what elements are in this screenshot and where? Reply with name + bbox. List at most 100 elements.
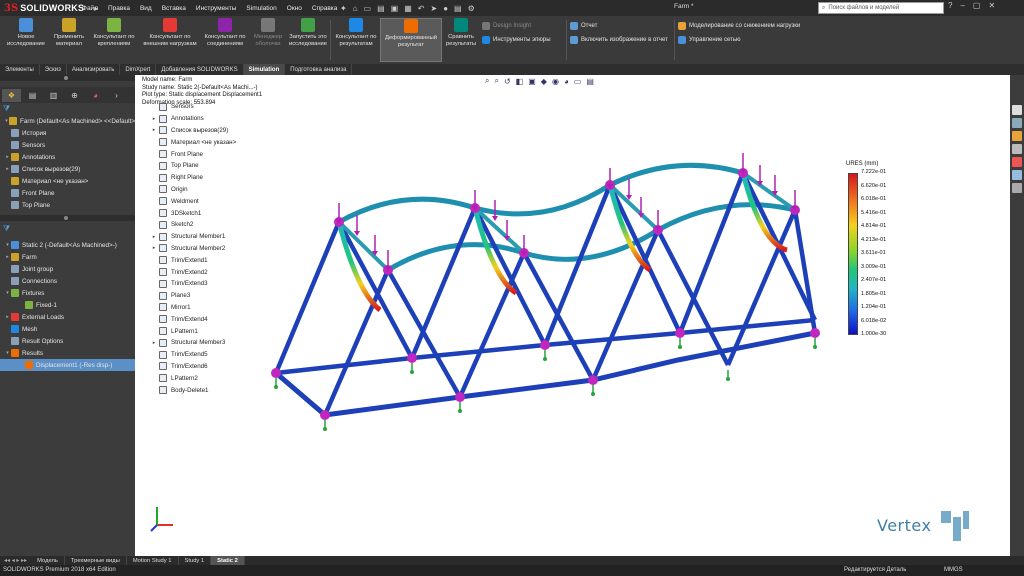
include-image-button[interactable]: Включить изображение в отчет (570, 36, 668, 44)
flyout-tree-item[interactable]: Plane3 (149, 290, 279, 302)
file-explorer-icon[interactable] (1012, 144, 1022, 154)
appearance-icon[interactable]: ◕ (564, 77, 569, 86)
deformed-result-button[interactable]: Деформированный результат (380, 18, 442, 62)
expand-arrow-icon[interactable]: › (107, 89, 126, 102)
flyout-tree-item[interactable]: Front Plane (149, 148, 279, 160)
expand-toggle-icon[interactable]: ▾ (4, 350, 11, 356)
flyout-tree-item[interactable]: LPattern1 (149, 325, 279, 337)
file-properties-icon[interactable]: ▤ (454, 4, 462, 13)
tree-item[interactable]: Mesh (0, 323, 135, 335)
expand-toggle-icon[interactable]: ▾ (4, 242, 11, 248)
display-style-icon[interactable]: ◆ (541, 77, 547, 86)
tree-item[interactable]: Displacement1 (-Res disp-) (0, 359, 135, 371)
zoom-to-fit-icon[interactable]: ⌕ (485, 76, 489, 86)
options-gear-icon[interactable]: ⚙ (468, 4, 475, 13)
undo-icon[interactable]: ↶ (418, 4, 425, 13)
design-library-icon[interactable] (1012, 131, 1022, 141)
tree-item[interactable]: История (0, 127, 135, 139)
tab-model[interactable]: Модель (31, 556, 65, 565)
previous-view-icon[interactable]: ↺ (504, 77, 511, 86)
flyout-tree-item[interactable]: Mirror1 (149, 302, 279, 314)
design-insight-button[interactable]: Design Insight (482, 22, 531, 30)
report-button[interactable]: Отчет (570, 22, 597, 30)
expand-toggle-icon[interactable]: ▸ (149, 234, 159, 240)
flyout-tree-item[interactable]: Trim/Extend5 (149, 349, 279, 361)
pin-icon[interactable]: ✦ (340, 4, 347, 13)
solidworks-forum-icon[interactable] (1012, 183, 1022, 193)
display-manager-tab-icon[interactable]: ◕ (86, 89, 105, 102)
menu-tools[interactable]: Инструменты (196, 5, 237, 12)
help-icon[interactable]: ? (948, 1, 952, 10)
menu-help[interactable]: Справка (312, 5, 338, 12)
flyout-tree-item[interactable]: 3DSketch1 (149, 207, 279, 219)
hide-show-icon[interactable]: ◉ (552, 77, 559, 86)
new-study-button[interactable]: Новое исследование (2, 18, 50, 62)
tree-item[interactable]: Sensors (0, 139, 135, 151)
select-cursor-icon[interactable]: ➤ (431, 4, 438, 13)
expand-toggle-icon[interactable]: ▸ (149, 116, 159, 122)
minimize-icon[interactable]: – (960, 1, 964, 10)
open-folder-icon[interactable]: ▤ (377, 4, 385, 13)
load-reduction-button[interactable]: Моделирование со снижением нагрузки (678, 22, 800, 30)
tree-item[interactable]: Result Options (0, 335, 135, 347)
flyout-tree-item[interactable]: ▸ Structural Member3 (149, 337, 279, 349)
tree-item[interactable]: Joint group (0, 263, 135, 275)
resources-icon[interactable] (1012, 118, 1022, 128)
tree-item[interactable]: ▾ Static 2 (-Default<As Machined>-) (0, 239, 135, 251)
tab-motion-study-1[interactable]: Motion Study 1 (127, 556, 179, 565)
tree-item[interactable]: ▸ Annotations (0, 151, 135, 163)
tree-item[interactable]: ▸ Список вырезов(29) (0, 163, 135, 175)
tab-static-2[interactable]: Static 2 (211, 556, 245, 565)
configuration-manager-tab-icon[interactable]: ▥ (44, 89, 63, 102)
connections-advisor-button[interactable]: Консультант по соединениям (200, 18, 250, 62)
expand-toggle-icon[interactable]: ▸ (4, 154, 11, 160)
plot-tools-button[interactable]: Инструменты эпюры (482, 36, 551, 44)
tab-3d-views[interactable]: Трехмерные виды (65, 556, 127, 565)
scene-icon[interactable]: ▭ (574, 77, 582, 86)
flyout-tree-item[interactable]: ▸ Список вырезов(29) (149, 125, 279, 137)
tab-evaluate[interactable]: Анализировать (67, 64, 121, 75)
flyout-tree-item[interactable]: Sensors (149, 101, 279, 113)
appearances-icon[interactable] (1012, 157, 1022, 167)
tree-item[interactable]: ▾ Results (0, 347, 135, 359)
fixtures-advisor-button[interactable]: Консультант по креплениям (88, 18, 140, 62)
flyout-tree-item[interactable]: Trim/Extend6 (149, 361, 279, 373)
expand-toggle-icon[interactable]: ▸ (149, 245, 159, 251)
tree-item[interactable]: Top Plane (0, 199, 135, 211)
flyout-tree-item[interactable]: Материал <не указан> (149, 136, 279, 148)
custom-properties-icon[interactable] (1012, 170, 1022, 180)
close-icon[interactable]: ✕ (988, 1, 995, 10)
external-loads-advisor-button[interactable]: Консультант по внешним нагрузкам (140, 18, 200, 62)
restore-icon[interactable]: ▢ (973, 1, 981, 10)
dimxpert-manager-tab-icon[interactable]: ⊕ (65, 89, 84, 102)
flyout-tree-item[interactable]: Trim/Extend4 (149, 313, 279, 325)
flyout-tree-item[interactable]: ▸ Structural Member1 (149, 231, 279, 243)
rebuild-icon[interactable]: ● (443, 4, 448, 13)
home-icon[interactable]: ⌂ (353, 4, 358, 13)
nav-arrows-icon[interactable]: ◂◂ ◂ ▸ ▸▸ (0, 557, 31, 564)
expand-toggle-icon[interactable]: ▾ (4, 290, 11, 296)
shell-manager-button[interactable]: Менеджер оболочки (250, 18, 286, 62)
flyout-tree-item[interactable]: LPattern2 (149, 372, 279, 384)
home-task-icon[interactable] (1012, 105, 1022, 115)
network-management-button[interactable]: Управление сетью (678, 36, 741, 44)
zoom-area-icon[interactable]: ⌕ (494, 76, 498, 86)
filter-icon[interactable]: ⧩ (3, 105, 11, 113)
filter-icon[interactable]: ⧩ (3, 225, 11, 233)
tab-study-1[interactable]: Study 1 (179, 556, 212, 565)
flyout-tree-item[interactable]: Right Plane (149, 172, 279, 184)
flyout-tree-item[interactable]: Weldment (149, 195, 279, 207)
new-document-icon[interactable]: ▭ (364, 4, 372, 13)
tree-item[interactable]: Front Plane (0, 187, 135, 199)
menu-window[interactable]: Окно (287, 5, 302, 12)
flyout-tree-item[interactable]: Trim/Extend1 (149, 254, 279, 266)
flyout-tree-item[interactable]: Sketch2 (149, 219, 279, 231)
apply-material-button[interactable]: Применить материал (50, 18, 88, 62)
tab-dimxpert[interactable]: DimXpert (120, 64, 157, 75)
tree-item[interactable]: ▾ Farm (Default<As Machined> <<Default> (0, 115, 135, 127)
menu-insert[interactable]: Вставка (162, 5, 186, 12)
tree-item[interactable]: Connections (0, 275, 135, 287)
expand-toggle-icon[interactable]: ▸ (4, 166, 11, 172)
search-input[interactable]: Поиск файлов и моделей (828, 5, 899, 11)
flyout-tree-item[interactable]: Trim/Extend3 (149, 278, 279, 290)
